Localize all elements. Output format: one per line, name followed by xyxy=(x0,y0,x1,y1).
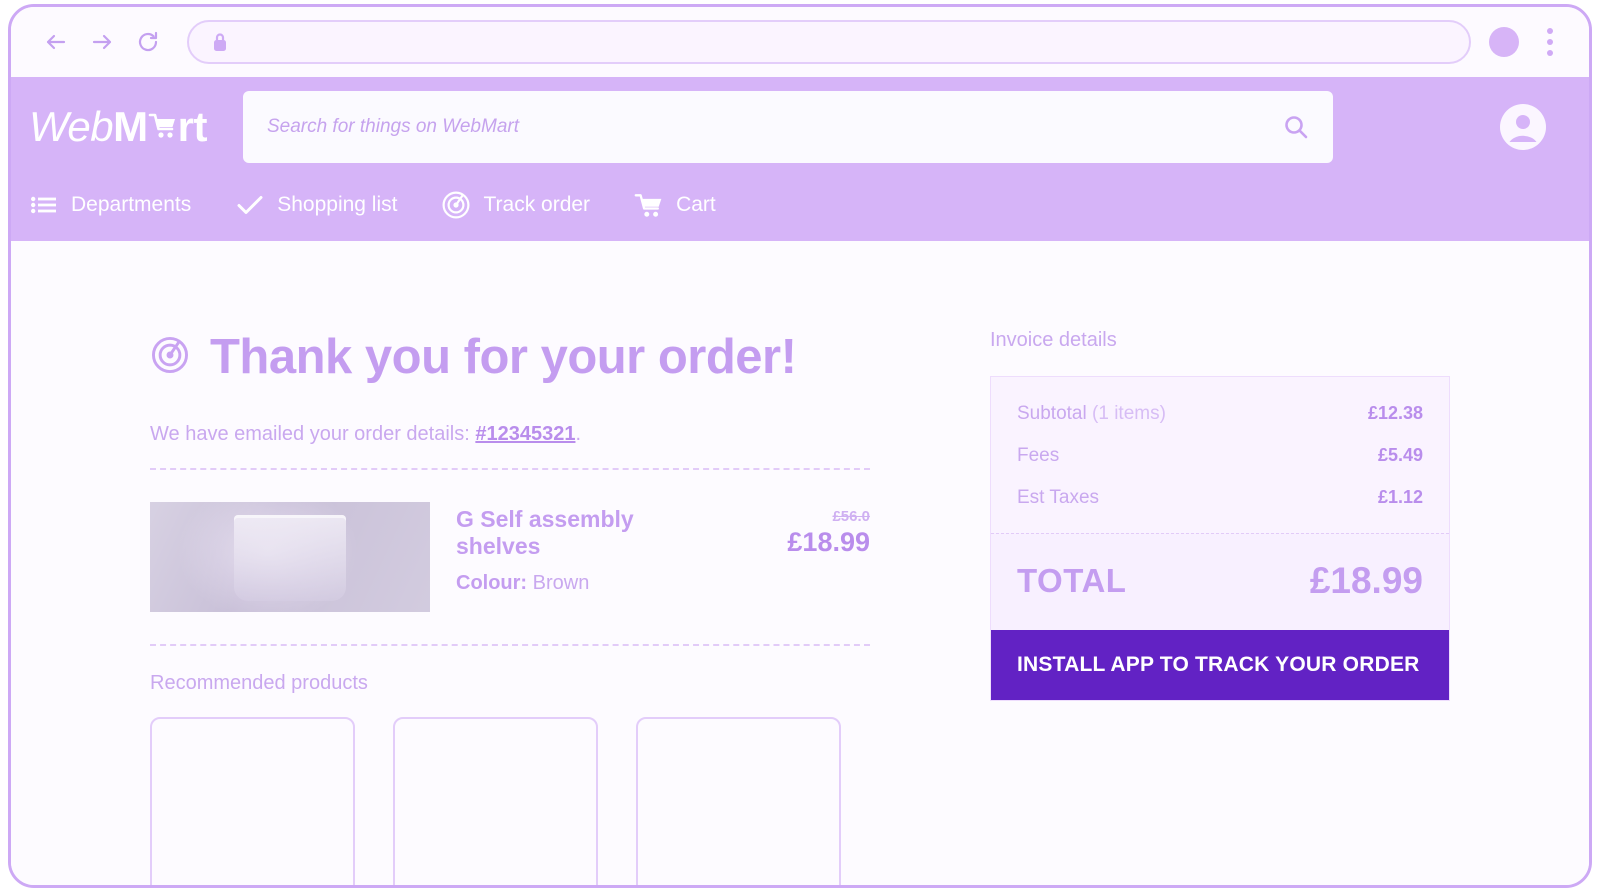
product-thumbnail[interactable] xyxy=(150,502,430,612)
arrow-right-icon xyxy=(92,34,112,50)
kebab-dot-3 xyxy=(1547,50,1553,56)
emailed-suffix: . xyxy=(575,423,582,445)
webmart-logo[interactable]: Web M rt xyxy=(29,103,207,151)
content-wrapper: Thank you for your order! We have emaile… xyxy=(150,329,1450,885)
nav-item-shopping-list[interactable]: Shopping list xyxy=(235,190,397,220)
page-title: Thank you for your order! xyxy=(210,330,797,384)
forward-button[interactable] xyxy=(79,19,125,65)
radar-target-icon xyxy=(150,335,190,380)
invoice-row-subtotal: Subtotal (1 items) £12.38 xyxy=(1017,403,1423,425)
recommended-products-title: Recommended products xyxy=(150,672,368,694)
logo-text-rt: rt xyxy=(177,103,208,150)
invoice-row-fees: Fees £5.49 xyxy=(1017,445,1423,467)
product-info: G Self assembly shelves Colour: Brown xyxy=(456,502,724,595)
invoice-value-fees: £5.49 xyxy=(1377,445,1423,465)
browser-window: Web M rt Search for things on WebMart De… xyxy=(8,4,1592,888)
nav-label-track-order: Track order xyxy=(483,193,591,216)
thank-you-heading: Thank you for your order! xyxy=(150,329,870,385)
reload-icon xyxy=(138,31,158,52)
recommended-product-card[interactable] xyxy=(636,717,841,885)
nav-label-departments: Departments xyxy=(71,193,192,216)
nav-item-track-order[interactable]: Track order xyxy=(441,190,590,220)
search-icon[interactable] xyxy=(1281,112,1311,142)
invoice-value-subtotal: £12.38 xyxy=(1367,403,1423,423)
recommended-product-card[interactable] xyxy=(393,717,598,885)
invoice-row-taxes: Est Taxes £1.12 xyxy=(1017,487,1423,509)
order-confirmation-column: Thank you for your order! We have emaile… xyxy=(150,329,870,885)
invoice-column: Invoice details Subtotal (1 items) £12.3… xyxy=(990,329,1450,701)
product-title[interactable]: G Self assembly shelves xyxy=(456,506,724,560)
header-top-row: Web M rt Search for things on WebMart xyxy=(11,77,1589,177)
recommended-product-card[interactable] xyxy=(150,717,355,885)
invoice-total-value: £18.99 xyxy=(1309,560,1423,601)
invoice-value-taxes: £1.12 xyxy=(1377,487,1423,507)
logo-text-web: Web xyxy=(29,103,114,150)
shopping-cart-icon xyxy=(148,109,178,143)
search-bar[interactable]: Search for things on WebMart xyxy=(242,91,1333,163)
check-icon xyxy=(235,190,265,220)
kebab-dot-1 xyxy=(1547,28,1553,34)
recommended-products-grid xyxy=(150,717,870,885)
list-icon xyxy=(29,190,59,220)
account-circle-icon[interactable] xyxy=(1463,101,1549,153)
header-nav: Departments Shopping list Track order Ca… xyxy=(11,177,1589,241)
reload-button[interactable] xyxy=(125,19,171,65)
kebab-dot-2 xyxy=(1547,39,1553,45)
nav-item-departments[interactable]: Departments xyxy=(29,190,191,220)
invoice-label-subtotal-text: Subtotal xyxy=(1017,403,1087,424)
invoice-label-fees: Fees xyxy=(1017,445,1060,466)
browser-menu-button[interactable] xyxy=(1533,25,1567,59)
invoice-card: Subtotal (1 items) £12.38 Fees £5.49 Est… xyxy=(990,376,1450,701)
separator-bottom xyxy=(150,644,870,646)
browser-toolbar xyxy=(11,7,1589,77)
install-app-button[interactable]: INSTALL APP TO TRACK YOUR ORDER xyxy=(991,630,1449,700)
invoice-rows: Subtotal (1 items) £12.38 Fees £5.49 Est… xyxy=(991,377,1449,533)
nav-label-cart: Cart xyxy=(676,193,716,216)
nav-label-shopping-list: Shopping list xyxy=(277,193,398,216)
product-colour: Colour: Brown xyxy=(456,572,724,595)
page-body: Thank you for your order! We have emaile… xyxy=(11,241,1589,885)
lock-icon xyxy=(214,33,226,51)
order-id-link[interactable]: #12345321 xyxy=(475,423,575,445)
search-input[interactable]: Search for things on WebMart xyxy=(267,116,1281,138)
nav-item-cart[interactable]: Cart xyxy=(634,190,716,220)
invoice-total-label: TOTAL xyxy=(1017,562,1127,599)
order-item-row: G Self assembly shelves Colour: Brown £5… xyxy=(150,470,870,644)
colour-label: Colour: xyxy=(456,572,528,594)
product-price-box: £56.0 £18.99 xyxy=(750,502,870,558)
order-emailed-text: We have emailed your order details: #123… xyxy=(150,423,870,446)
product-price-current: £18.99 xyxy=(787,527,870,557)
logo-text-m: M xyxy=(113,103,148,150)
product-price-original: £56.0 xyxy=(832,508,870,525)
invoice-label-taxes: Est Taxes xyxy=(1017,487,1100,508)
radar-target-icon xyxy=(441,190,471,220)
invoice-total-row: TOTAL £18.99 xyxy=(991,533,1449,630)
invoice-details-title: Invoice details xyxy=(990,329,1117,351)
site-header: Web M rt Search for things on WebMart De… xyxy=(11,77,1589,241)
back-button[interactable] xyxy=(33,19,79,65)
arrow-left-icon xyxy=(46,34,66,50)
colour-value: Brown xyxy=(532,572,590,594)
invoice-item-count: (1 items) xyxy=(1092,403,1166,424)
browser-profile-avatar[interactable] xyxy=(1489,27,1519,57)
invoice-label-subtotal: Subtotal (1 items) xyxy=(1017,403,1166,425)
url-bar[interactable] xyxy=(187,20,1471,64)
emailed-prefix: We have emailed your order details: xyxy=(150,423,476,445)
shopping-cart-icon xyxy=(634,190,664,220)
